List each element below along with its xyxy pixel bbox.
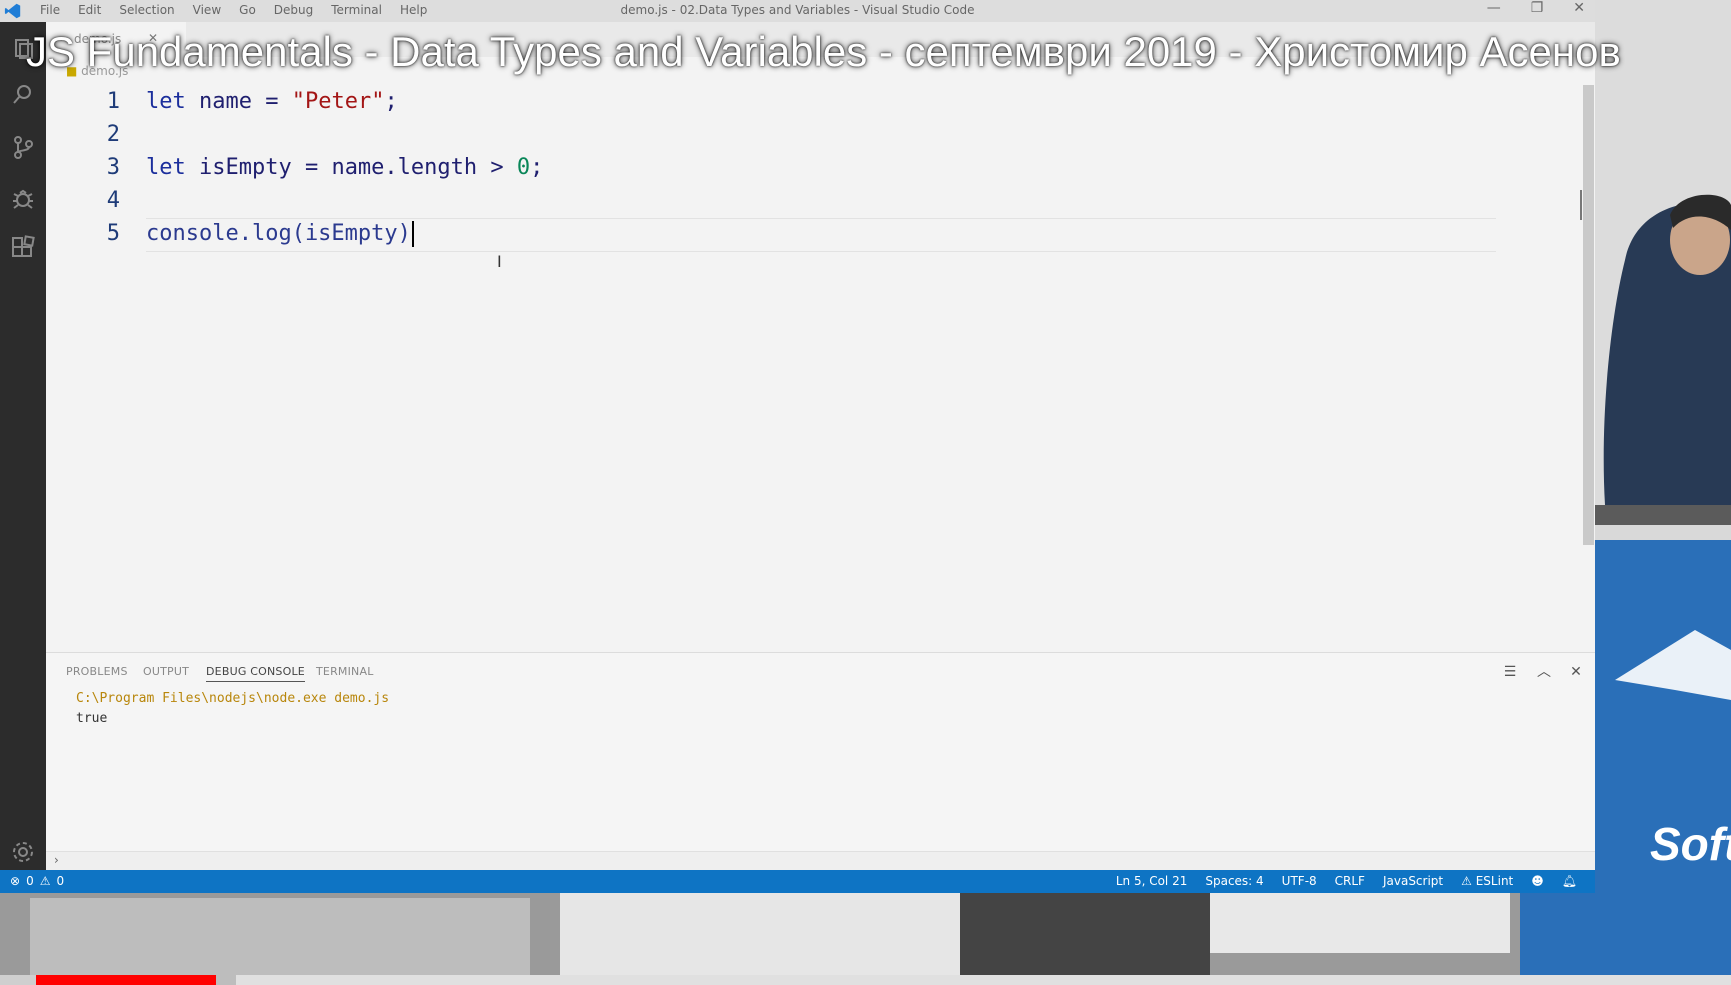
settings-gear-icon[interactable] [8, 837, 38, 867]
tab-output[interactable]: OUTPUT [143, 665, 189, 678]
notifications-bell-icon[interactable]: 🔔︎ [1562, 874, 1577, 888]
number-token: 0 [516, 155, 531, 180]
minimize-icon[interactable]: — [1487, 0, 1501, 16]
code-token: console.log(isEmpty) [146, 221, 411, 246]
source-control-icon[interactable] [8, 132, 38, 162]
keyword-token: let [146, 155, 186, 180]
line-number: 3 [106, 155, 120, 180]
code-token: ; [384, 89, 398, 114]
editor-scrollbar[interactable] [1583, 85, 1594, 545]
keyword-token: let [146, 89, 186, 114]
video-buffer-bar [215, 975, 236, 985]
text-caret [411, 221, 414, 247]
clear-console-icon[interactable]: ☰ [1501, 663, 1519, 681]
console-input[interactable]: › [46, 851, 1595, 871]
debug-icon[interactable] [8, 184, 38, 214]
bottom-panel: PROBLEMS OUTPUT DEBUG CONSOLE TERMINAL ☰… [46, 652, 1595, 871]
video-title: JS Fundamentals - Data Types and Variabl… [26, 28, 1621, 75]
tab-terminal[interactable]: TERMINAL [316, 665, 374, 678]
encoding[interactable]: UTF-8 [1282, 874, 1317, 888]
tab-problems[interactable]: PROBLEMS [66, 665, 128, 678]
console-prompt-icon: › [54, 853, 59, 867]
language-mode[interactable]: JavaScript [1383, 874, 1443, 888]
indentation[interactable]: Spaces: 4 [1205, 874, 1263, 888]
title-bar: File Edit Selection View Go Debug Termin… [0, 0, 1595, 22]
window-title: demo.js - 02.Data Types and Variables - … [620, 3, 975, 17]
close-window-icon[interactable]: ✕ [1573, 0, 1585, 16]
console-command: C:\Program Files\nodejs\node.exe demo.js [76, 691, 390, 706]
warning-icon: ⚠ [39, 874, 51, 888]
line-number: 2 [106, 122, 120, 147]
cursor-position[interactable]: Ln 5, Col 21 [1116, 874, 1188, 888]
line-ending[interactable]: CRLF [1335, 874, 1365, 888]
error-icon: ⊗ [10, 874, 21, 888]
video-progress-track[interactable] [36, 975, 1731, 985]
mouse-cursor-icon: I [497, 252, 502, 271]
status-bar: ⊗ 0 ⚠ 0 Ln 5, Col 21 Spaces: 4 UTF-8 CRL… [0, 870, 1595, 893]
stage-floor [0, 893, 1731, 975]
vscode-window: File Edit Selection View Go Debug Termin… [0, 0, 1595, 893]
camera-feed: Soft [1595, 0, 1731, 893]
search-icon[interactable] [8, 80, 38, 110]
restore-icon[interactable]: ❐ [1531, 0, 1544, 16]
eslint-label: ESLint [1475, 874, 1514, 888]
softuni-logo: Soft [1650, 818, 1731, 870]
tab-debug-console[interactable]: DEBUG CONSOLE [206, 665, 305, 682]
warning-count: 0 [56, 874, 65, 888]
code-token: isEmpty = name.length > [185, 155, 517, 180]
line-number: 4 [106, 188, 120, 213]
code-token: ; [530, 155, 544, 180]
close-panel-icon[interactable]: ✕ [1567, 663, 1585, 681]
extensions-icon[interactable] [8, 234, 38, 264]
string-token: "Peter" [291, 89, 385, 114]
error-count: 0 [26, 874, 34, 888]
code-token: name = [185, 89, 292, 114]
warning-icon: ⚠ [1461, 874, 1472, 888]
eslint-status[interactable]: ⚠ ESLint [1461, 874, 1513, 888]
line-number: 5 [106, 221, 120, 246]
presenter-video-image: Soft [1595, 0, 1731, 893]
line-number: 1 [106, 89, 120, 114]
feedback-smiley-icon[interactable]: ☻ [1531, 874, 1544, 888]
activity-bar [0, 22, 46, 870]
video-progress-fill[interactable] [36, 975, 216, 985]
window-controls: — ❐ ✕ [1487, 0, 1585, 16]
console-output: true [76, 711, 108, 726]
problems-indicator[interactable]: ⊗ 0 ⚠ 0 [10, 874, 64, 888]
maximize-panel-icon[interactable]: ︿ [1535, 663, 1553, 681]
